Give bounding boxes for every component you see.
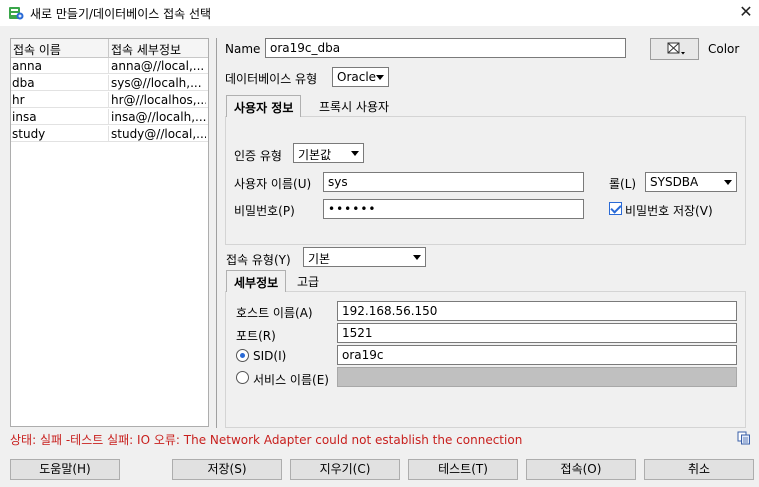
username-field[interactable]: sys <box>323 172 584 192</box>
auth-type-select[interactable]: 기본값 <box>293 143 364 163</box>
auth-type-label: 인증 유형 <box>234 149 282 163</box>
column-divider <box>108 39 109 58</box>
conn-type-value: 기본 <box>308 252 331 266</box>
connection-details: anna@//local,... <box>111 59 205 73</box>
connection-row[interactable]: hr hr@//localhos,... <box>11 92 208 108</box>
copy-icon[interactable] <box>737 431 751 445</box>
cancel-button[interactable]: 취소 <box>644 459 754 480</box>
column-header-details[interactable]: 접속 세부정보 <box>111 41 181 58</box>
password-field[interactable]: •••••• <box>323 199 584 219</box>
clear-button[interactable]: 지우기(C) <box>290 459 400 480</box>
conn-type-label: 접속 유형(Y) <box>226 253 291 267</box>
name-field[interactable]: ora19c_dba <box>265 38 626 58</box>
column-divider <box>108 109 109 125</box>
username-label: 사용자 이름(U) <box>234 177 312 191</box>
connection-row[interactable]: dba sys@//localh,... <box>11 75 208 91</box>
tab-details[interactable]: 세부정보 <box>226 270 287 292</box>
connection-name: anna <box>12 59 42 73</box>
connection-row[interactable]: study study@//local,... <box>11 126 208 142</box>
connect-button[interactable]: 접속(O) <box>526 459 636 480</box>
sid-radio[interactable] <box>236 349 249 362</box>
split-divider[interactable] <box>216 38 217 428</box>
window-title: 새로 만들기/데이터베이스 접속 선택 <box>30 7 212 21</box>
save-button[interactable]: 저장(S) <box>172 459 282 480</box>
connection-name: dba <box>12 76 35 90</box>
connection-details: study@//local,... <box>111 127 206 141</box>
password-label: 비밀번호(P) <box>234 204 295 218</box>
tab-advanced[interactable]: 고급 <box>290 270 326 292</box>
db-type-label: 데이터베이스 유형 <box>225 72 318 86</box>
chevron-down-icon <box>376 75 384 80</box>
column-divider <box>108 58 109 74</box>
app-icon <box>9 7 24 20</box>
auth-type-value: 기본값 <box>298 148 332 162</box>
tab-user-info[interactable]: 사용자 정보 <box>226 95 302 117</box>
color-label: Color <box>708 42 740 56</box>
column-divider <box>108 75 109 91</box>
host-field[interactable]: 192.168.56.150 <box>337 301 737 321</box>
service-name-label: 서비스 이름(E) <box>253 373 329 387</box>
status-message: 상태: 실패 -테스트 실패: IO 오류: The Network Adapt… <box>10 433 523 447</box>
tab-proxy-user[interactable]: 프록시 사용자 <box>312 95 396 117</box>
db-type-value: Oracle <box>337 70 377 84</box>
chevron-down-icon <box>351 151 359 156</box>
connection-details: sys@//localh,... <box>111 76 202 90</box>
connection-name: study <box>12 127 46 141</box>
test-button[interactable]: 테스트(T) <box>408 459 518 480</box>
connection-list[interactable]: 접속 이름 접속 세부정보 anna anna@//local,... dba … <box>10 38 209 427</box>
port-label: 포트(R) <box>236 329 276 343</box>
column-divider <box>108 92 109 108</box>
column-header-name[interactable]: 접속 이름 <box>13 41 61 58</box>
db-type-select[interactable]: Oracle <box>332 67 389 87</box>
column-divider <box>108 126 109 142</box>
sid-field[interactable]: ora19c <box>337 345 737 365</box>
port-field[interactable]: 1521 <box>337 323 737 343</box>
role-select[interactable]: SYSDBA <box>645 172 737 192</box>
role-value: SYSDBA <box>650 175 699 189</box>
connection-list-header: 접속 이름 접속 세부정보 <box>11 39 208 58</box>
connection-details: hr@//localhos,... <box>111 93 206 107</box>
close-icon[interactable]: ✕ <box>737 3 755 21</box>
connection-row[interactable]: insa insa@//localh,... <box>11 109 208 125</box>
save-password-label: 비밀번호 저장(V) <box>625 204 713 218</box>
connection-name: hr <box>12 93 25 107</box>
connection-row[interactable]: anna anna@//local,... <box>11 58 208 74</box>
service-name-field[interactable] <box>337 367 737 387</box>
name-label: Name <box>225 42 261 56</box>
help-button[interactable]: 도움말(H) <box>10 459 120 480</box>
chevron-down-icon <box>724 180 732 185</box>
connection-name: insa <box>12 110 37 124</box>
host-label: 호스트 이름(A) <box>236 306 313 320</box>
connection-details: insa@//localh,... <box>111 110 206 124</box>
conn-type-select[interactable]: 기본 <box>303 247 426 267</box>
role-label: 롤(L) <box>609 177 637 191</box>
chevron-down-icon <box>413 255 421 260</box>
sid-label: SID(I) <box>253 349 287 363</box>
color-picker-button[interactable] <box>650 38 699 60</box>
color-swatch-icon <box>667 42 685 55</box>
service-name-radio[interactable] <box>236 371 249 384</box>
save-password-checkbox[interactable] <box>609 202 622 215</box>
